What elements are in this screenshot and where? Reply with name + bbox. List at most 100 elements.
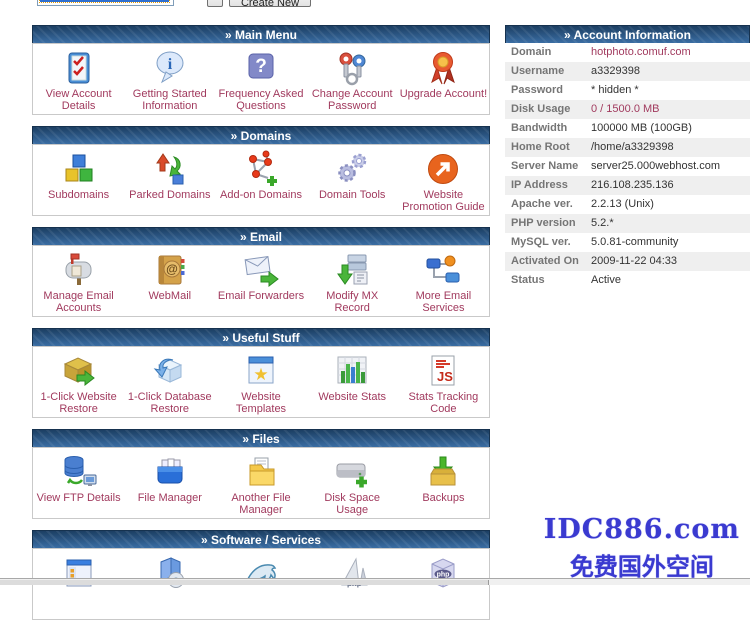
menu-item-email-forwarders[interactable]: Email Forwarders xyxy=(215,246,306,316)
account-row-label: Status xyxy=(505,271,591,290)
menu-item-more-email-services[interactable]: More Email Services xyxy=(398,246,489,316)
menu-item-another-file-manager[interactable]: Another File Manager xyxy=(215,448,306,518)
domain-select-input[interactable] xyxy=(37,0,174,6)
js-code-icon: JS xyxy=(424,352,462,390)
templates-star-icon: ★ xyxy=(242,352,280,390)
section-header: » Software / Services xyxy=(32,530,490,548)
menu-item-label: 1-Click Website Restore xyxy=(35,391,123,415)
ftp-details-icon xyxy=(60,453,98,491)
watermark-domain-text: IDC886.com xyxy=(544,514,740,545)
menu-item-domain-tools[interactable]: Domain Tools xyxy=(307,145,398,215)
account-row-value: 2.2.13 (Unix) xyxy=(591,195,654,214)
account-row-value[interactable]: 0 / 1500.0 MB xyxy=(591,100,660,119)
go-button[interactable] xyxy=(207,0,223,7)
menu-item-manage-email-accounts[interactable]: Manage Email Accounts xyxy=(33,246,124,316)
menu-item-change-account-password[interactable]: Change Account Password xyxy=(307,44,398,114)
menu-item-website-stats[interactable]: Website Stats xyxy=(307,347,398,417)
menu-item-getting-started-information[interactable]: iGetting Started Information xyxy=(124,44,215,114)
menu-item-modify-mx-record[interactable]: Modify MX Record xyxy=(307,246,398,316)
menu-item-subdomains[interactable]: Subdomains xyxy=(33,145,124,215)
section-files: » FilesView FTP DetailsFile ManagerAnoth… xyxy=(32,429,490,519)
svg-text:JS: JS xyxy=(437,369,453,384)
account-row-label: PHP version xyxy=(505,214,591,233)
account-row-label: Password xyxy=(505,81,591,100)
menu-item-1-click-database-restore[interactable]: 1-Click Database Restore xyxy=(124,347,215,417)
database-restore-icon xyxy=(151,352,189,390)
section-items: SubdomainsParked Domains Add-on Domains Do… xyxy=(32,144,490,216)
webmail-book-icon: @ xyxy=(151,251,189,289)
menu-item-label: Domain Tools xyxy=(319,189,385,201)
account-row-label: Apache ver. xyxy=(505,195,591,214)
menu-item-disk-space-usage[interactable]: Disk Space Usage xyxy=(307,448,398,518)
account-row-php-version: PHP version5.2.* xyxy=(505,214,750,233)
section-main-menu: » Main MenuView Account DetailsiGetting … xyxy=(32,25,490,115)
account-row-activated-on: Activated On2009-11-22 04:33 xyxy=(505,252,750,271)
menu-item-website-promotion-guide[interactable]: Website Promotion Guide xyxy=(398,145,489,215)
menu-item-stats-tracking-code[interactable]: JS Stats Tracking Code xyxy=(398,347,489,417)
menu-item-label: Getting Started Information xyxy=(126,88,214,112)
account-row-value[interactable]: hotphoto.comuf.com xyxy=(591,43,691,62)
account-row-label: MySQL ver. xyxy=(505,233,591,252)
backups-icon xyxy=(424,453,462,491)
account-row-label: Activated On xyxy=(505,252,591,271)
account-row-value: a3329398 xyxy=(591,62,640,81)
getting-started-info-icon: i xyxy=(151,49,189,87)
menu-item-parked-domains[interactable]: Parked Domains xyxy=(124,145,215,215)
section-items: Manage Email Accounts@WebMailEmail Forwa… xyxy=(32,245,490,317)
svg-text:★: ★ xyxy=(253,365,268,384)
account-row-value: 5.2.* xyxy=(591,214,614,233)
section-header: » Email xyxy=(32,227,490,245)
section-items: 1-Click Website Restore1-Click Database … xyxy=(32,346,490,418)
stats-chart-icon xyxy=(333,352,371,390)
account-row-mysql-ver: MySQL ver.5.0.81-community xyxy=(505,233,750,252)
menu-item-frequency-asked-questions[interactable]: ?Frequency Asked Questions xyxy=(215,44,306,114)
folder-file-icon xyxy=(242,453,280,491)
section-useful-stuff: » Useful Stuff1-Click Website Restore1-C… xyxy=(32,328,490,418)
watermark: IDC886.com 免费国外空间 xyxy=(544,514,740,582)
menu-item-label: More Email Services xyxy=(399,290,487,314)
menu-item-label: Manage Email Accounts xyxy=(35,290,123,314)
section-email: » EmailManage Email Accounts@WebMailEmai… xyxy=(32,227,490,317)
menu-item-label: WebMail xyxy=(149,290,192,302)
menu-item-label: Modify MX Record xyxy=(308,290,396,314)
menu-item-view-ftp-details[interactable]: View FTP Details xyxy=(33,448,124,518)
promotion-arrow-icon xyxy=(424,150,462,188)
account-row-value: /home/a3329398 xyxy=(591,138,674,157)
menu-item-website-templates[interactable]: ★ Website Templates xyxy=(215,347,306,417)
email-forward-icon xyxy=(242,251,280,289)
upgrade-ribbon-icon xyxy=(424,49,462,87)
more-email-icon xyxy=(424,251,462,289)
account-row-label: Bandwidth xyxy=(505,119,591,138)
menu-item-label: Website Templates xyxy=(217,391,305,415)
watermark-chinese-text: 免费国外空间 xyxy=(544,547,740,582)
section-header: » Main Menu xyxy=(32,25,490,43)
menu-item-file-manager[interactable]: File Manager xyxy=(124,448,215,518)
account-row-ip-address: IP Address216.108.235.136 xyxy=(505,176,750,195)
account-row-domain: Domainhotphoto.comuf.com xyxy=(505,43,750,62)
account-row-label: Domain xyxy=(505,43,591,62)
menu-item-upgrade-account[interactable]: Upgrade Account! xyxy=(398,44,489,114)
section-header: » Useful Stuff xyxy=(32,328,490,346)
password-keys-icon xyxy=(333,49,371,87)
menu-item-view-account-details[interactable]: View Account Details xyxy=(33,44,124,114)
account-row-value: 216.108.235.136 xyxy=(591,176,674,195)
menu-item-webmail[interactable]: @WebMail xyxy=(124,246,215,316)
create-new-button[interactable]: Create New xyxy=(229,0,311,7)
section-domains: » DomainsSubdomainsParked DomainsAdd-on … xyxy=(32,126,490,216)
domain-tools-gears-icon xyxy=(333,150,371,188)
menu-item-add-on-domains[interactable]: Add-on Domains xyxy=(215,145,306,215)
menu-item-label: 1-Click Database Restore xyxy=(126,391,214,415)
scrollbar-thumb[interactable] xyxy=(0,580,489,585)
account-row-value: 5.0.81-community xyxy=(591,233,678,252)
account-info-panel: » Account Information Domainhotphoto.com… xyxy=(505,25,750,290)
menu-item-label: Website Promotion Guide xyxy=(399,189,487,213)
menu-item-backups[interactable]: Backups xyxy=(398,448,489,518)
account-row-status: StatusActive xyxy=(505,271,750,290)
menu-item-1-click-website-restore[interactable]: 1-Click Website Restore xyxy=(33,347,124,417)
account-row-label: Disk Usage xyxy=(505,100,591,119)
menu-item-label: Stats Tracking Code xyxy=(399,391,487,415)
mysql-dolphin-icon xyxy=(242,554,280,592)
account-row-label: IP Address xyxy=(505,176,591,195)
mx-record-icon xyxy=(333,251,371,289)
menu-item-label: Add-on Domains xyxy=(220,189,302,201)
